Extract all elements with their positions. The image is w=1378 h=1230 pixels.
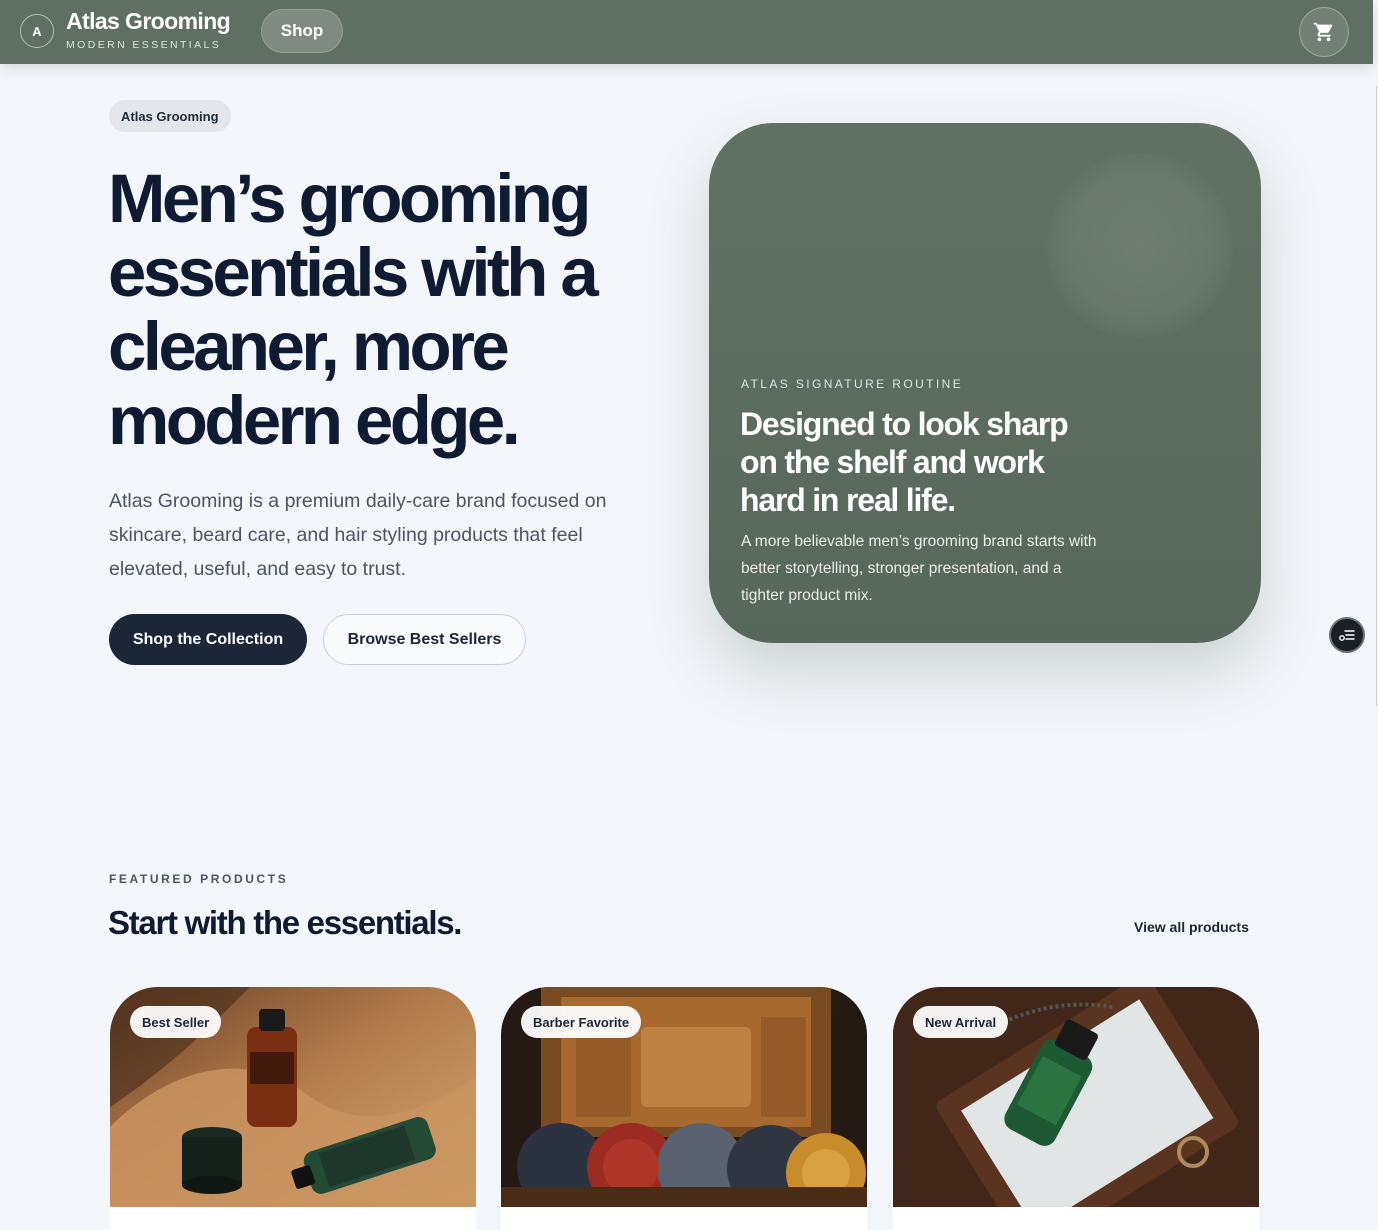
featured-title: Start with the essentials.: [108, 904, 462, 941]
view-all-products-link[interactable]: View all products: [1134, 919, 1249, 935]
brand-tagline: MODERN ESSENTIALS: [66, 39, 222, 51]
product-card[interactable]: Best Seller: [110, 987, 476, 1230]
cart-icon: [1313, 22, 1333, 42]
menu-list-icon: [1339, 630, 1355, 641]
scrollbar-edge: [1376, 86, 1377, 706]
floating-menu-button[interactable]: [1329, 617, 1365, 653]
hero-description: Atlas Grooming is a premium daily-care b…: [109, 490, 607, 580]
card-title: Designed to look sharp on the shelf and …: [740, 406, 1069, 518]
decorative-orb: [1047, 153, 1233, 339]
card-description: A more believable men’s grooming brand s…: [741, 533, 1097, 604]
browse-best-sellers-button[interactable]: Browse Best Sellers: [323, 614, 526, 665]
card-eyebrow: ATLAS SIGNATURE ROUTINE: [741, 377, 964, 391]
top-navigation-bar: A Atlas Grooming MODERN ESSENTIALS Shop: [0, 0, 1373, 64]
hero-title: Men’s grooming essentials with a cleaner…: [108, 160, 599, 459]
product-card[interactable]: Barber Favorite: [501, 987, 867, 1230]
signature-routine-card: ATLAS SIGNATURE ROUTINE Designed to look…: [709, 123, 1261, 643]
product-badge: Barber Favorite: [521, 1006, 642, 1038]
cart-button[interactable]: [1299, 7, 1349, 57]
featured-eyebrow: FEATURED PRODUCTS: [109, 872, 289, 886]
shop-nav-button[interactable]: Shop: [261, 9, 343, 53]
logo-badge[interactable]: A: [20, 14, 54, 48]
product-card[interactable]: New Arrival: [893, 987, 1259, 1230]
brand-name[interactable]: Atlas Grooming: [66, 8, 231, 35]
hero-brand-chip: Atlas Grooming: [109, 100, 231, 132]
product-badge: New Arrival: [913, 1006, 1009, 1038]
product-badge: Best Seller: [130, 1006, 222, 1038]
shop-collection-button[interactable]: Shop the Collection: [109, 614, 307, 665]
